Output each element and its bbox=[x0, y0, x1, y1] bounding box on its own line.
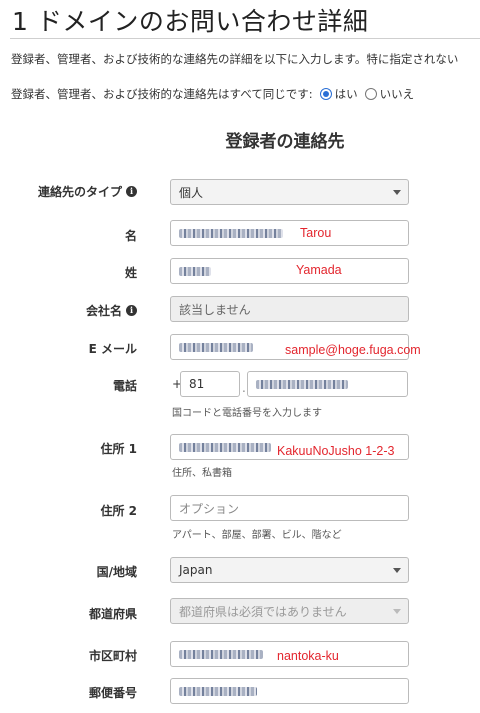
city-annotation: nantoka-ku bbox=[277, 649, 339, 663]
page-title: 1 ドメインのお問い合わせ詳細 bbox=[12, 7, 369, 36]
address2-label: 住所 2 bbox=[100, 504, 137, 518]
prefecture-select: 都道府県は必須ではありません bbox=[170, 598, 409, 624]
postal-label: 郵便番号 bbox=[88, 686, 137, 700]
blurred-value bbox=[179, 266, 211, 276]
radio-yes-label[interactable]: はい bbox=[335, 86, 358, 102]
blurred-value bbox=[179, 342, 253, 352]
same-contacts-question: 登録者、管理者、および技術的な連絡先はすべて同じです: bbox=[11, 87, 313, 101]
chevron-down-icon bbox=[393, 190, 401, 195]
chevron-down-icon bbox=[393, 609, 401, 614]
country-label: 国/地域 bbox=[96, 565, 137, 579]
address1-annotation: KakuuNoJusho 1-2-3 bbox=[277, 444, 395, 458]
section-heading: 登録者の連絡先 bbox=[225, 132, 345, 152]
radio-no[interactable] bbox=[364, 88, 377, 100]
phone-hint: 国コードと電話番号を入力します bbox=[172, 408, 322, 419]
same-contacts-row: 登録者、管理者、および技術的な連絡先はすべて同じです: はい いいえ bbox=[11, 86, 414, 102]
prefecture-label: 都道府県 bbox=[88, 607, 137, 621]
address2-hint: アパート、部屋、部署、ビル、階など bbox=[172, 530, 342, 541]
email-annotation: sample@hoge.fuga.com bbox=[285, 343, 421, 357]
blurred-value bbox=[179, 442, 271, 452]
city-label: 市区町村 bbox=[88, 649, 137, 663]
company-input: 該当しません bbox=[170, 296, 409, 322]
blurred-value bbox=[179, 228, 283, 238]
first-name-annotation: Tarou bbox=[300, 226, 332, 240]
phone-label: 電話 bbox=[112, 379, 137, 393]
address1-hint: 住所、私書箱 bbox=[172, 468, 232, 479]
postal-input[interactable] bbox=[170, 678, 409, 704]
last-name-input[interactable] bbox=[170, 258, 409, 284]
blurred-value bbox=[179, 649, 263, 659]
intro-text: 登録者、管理者、および技術的な連絡先の詳細を以下に入力します。特に指定されない bbox=[11, 52, 459, 66]
company-label: 会社名 i bbox=[86, 302, 137, 319]
title-divider bbox=[10, 38, 480, 39]
address2-input[interactable]: オプション bbox=[170, 495, 409, 521]
info-icon[interactable]: i bbox=[126, 305, 137, 316]
email-label: E メール bbox=[88, 342, 137, 356]
radio-yes[interactable] bbox=[319, 88, 332, 100]
info-icon[interactable]: i bbox=[126, 186, 137, 197]
first-name-label: 名 bbox=[124, 229, 137, 243]
blurred-value bbox=[256, 379, 348, 389]
last-name-annotation: Yamada bbox=[296, 263, 342, 277]
last-name-label: 姓 bbox=[124, 266, 137, 280]
country-select[interactable]: Japan bbox=[170, 557, 409, 583]
radio-no-label[interactable]: いいえ bbox=[380, 86, 415, 102]
blurred-value bbox=[179, 686, 257, 696]
address1-label: 住所 1 bbox=[100, 442, 137, 456]
phone-separator: . bbox=[242, 381, 246, 395]
phone-country-code-input[interactable]: 81 bbox=[180, 371, 240, 397]
phone-number-input[interactable] bbox=[247, 371, 408, 397]
first-name-input[interactable] bbox=[170, 220, 409, 246]
contact-type-label: 連絡先のタイプ i bbox=[38, 183, 137, 200]
chevron-down-icon bbox=[393, 568, 401, 573]
contact-type-select[interactable]: 個人 bbox=[170, 179, 409, 205]
